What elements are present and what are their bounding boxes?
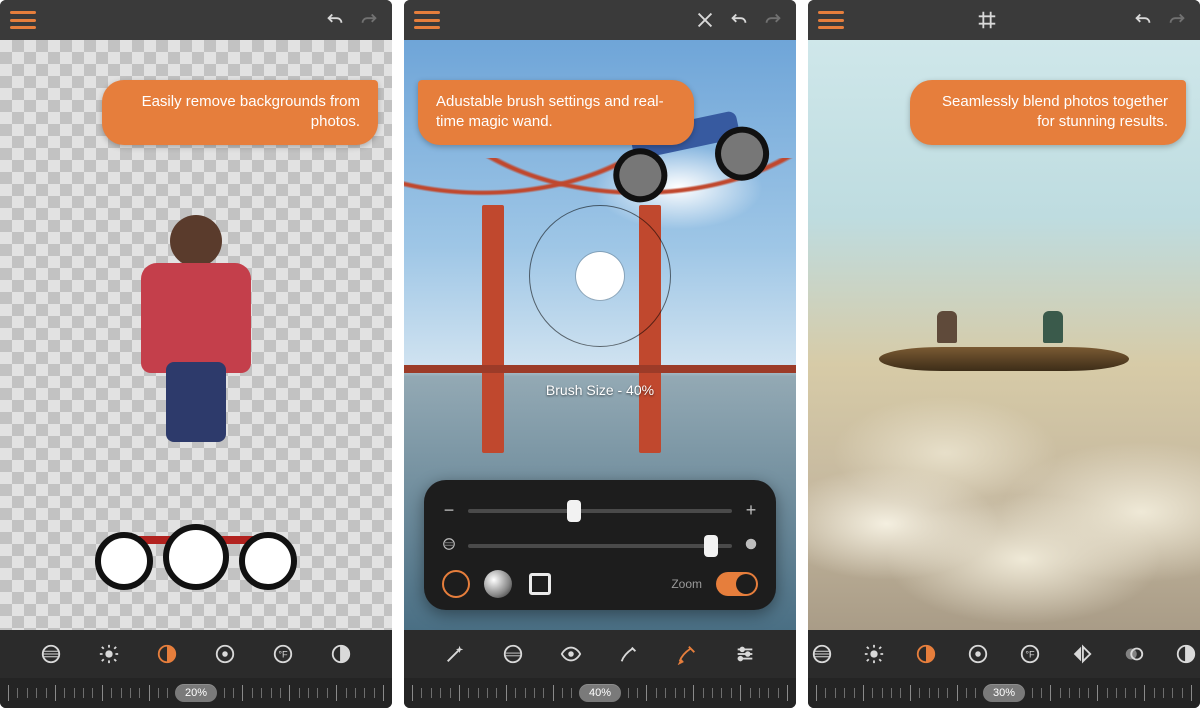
tool-vignette-icon[interactable] (965, 641, 991, 667)
tool-erase-gradient-icon[interactable] (500, 641, 526, 667)
screen-blend-photos: Seamlessly blend photos together for stu… (808, 0, 1200, 708)
svg-text:°F: °F (278, 650, 288, 660)
tool-brush-hard-icon[interactable] (674, 641, 700, 667)
hardness-max-icon (744, 535, 758, 556)
zoom-label: Zoom (671, 577, 702, 591)
value-ruler[interactable]: 40% (404, 678, 796, 708)
brush-size-label: Brush Size - 40% (546, 382, 654, 398)
brush-mode-square-icon[interactable] (526, 570, 554, 598)
tool-brush-soft-icon[interactable] (616, 641, 642, 667)
brush-hardness-slider-row (442, 535, 758, 556)
brush-mode-soft-icon[interactable] (484, 570, 512, 598)
canvas[interactable]: Brush Size - 40% Adustable brush setting… (404, 40, 796, 630)
tool-temperature-icon[interactable]: °F (270, 641, 296, 667)
canvas[interactable]: Easily remove backgrounds from photos. (0, 40, 392, 630)
screen-remove-bg: Easily remove backgrounds from photos. °… (0, 0, 392, 708)
canvas[interactable]: Seamlessly blend photos together for stu… (808, 40, 1200, 630)
menu-icon[interactable] (10, 11, 36, 29)
tool-mirror-icon[interactable] (1069, 641, 1095, 667)
tool-sliders-icon[interactable] (732, 641, 758, 667)
zoom-toggle[interactable] (716, 572, 758, 596)
minus-icon[interactable]: − (442, 500, 456, 521)
brush-settings-panel: − + (424, 480, 776, 610)
brush-size-slider-row: − + (442, 500, 758, 521)
tool-temperature-icon[interactable]: °F (1017, 641, 1043, 667)
brush-mode-row: Zoom (442, 570, 758, 598)
tool-magic-wand-icon[interactable] (442, 641, 468, 667)
tool-gradient-icon[interactable] (809, 641, 835, 667)
slider-knob[interactable] (567, 500, 581, 522)
value-ruler[interactable]: 30% (808, 678, 1200, 708)
screen-brush-settings: Brush Size - 40% Adustable brush setting… (404, 0, 796, 708)
bottom-toolbar (404, 630, 796, 678)
tool-invert-icon[interactable] (1173, 641, 1199, 667)
svg-text:°F: °F (1025, 650, 1035, 660)
tool-invert-icon[interactable] (328, 641, 354, 667)
subject-child-on-tricycle (126, 197, 266, 497)
ruler-value-badge: 30% (983, 684, 1025, 702)
tool-eye-visibility-icon[interactable] (558, 641, 584, 667)
close-icon[interactable] (692, 7, 718, 33)
feature-callout: Easily remove backgrounds from photos. (102, 80, 378, 145)
top-bar (0, 0, 392, 40)
feature-callout: Seamlessly blend photos together for stu… (910, 80, 1186, 145)
undo-icon[interactable] (726, 7, 752, 33)
brush-cursor[interactable] (529, 205, 671, 347)
brush-size-slider[interactable] (468, 509, 732, 513)
redo-icon[interactable] (760, 7, 786, 33)
redo-icon[interactable] (1164, 7, 1190, 33)
tool-gradient-icon[interactable] (38, 641, 64, 667)
brush-mode-outline-icon[interactable] (442, 570, 470, 598)
slider-knob[interactable] (704, 535, 718, 557)
redo-icon[interactable] (356, 7, 382, 33)
tool-brightness-icon[interactable] (96, 641, 122, 667)
photo-person-sitting (1043, 311, 1063, 343)
bottom-toolbar: °F (808, 630, 1200, 678)
value-ruler[interactable]: 20% (0, 678, 392, 708)
bottom-toolbar: °F (0, 630, 392, 678)
brush-hardness-slider[interactable] (468, 544, 732, 548)
top-bar (404, 0, 796, 40)
ruler-value-badge: 40% (579, 684, 621, 702)
hardness-min-icon (442, 535, 456, 556)
tool-half-contrast-icon[interactable] (154, 641, 180, 667)
feature-callout: Adustable brush settings and real-time m… (418, 80, 694, 145)
menu-icon[interactable] (818, 11, 844, 29)
ruler-value-badge: 20% (175, 684, 217, 702)
menu-icon[interactable] (414, 11, 440, 29)
tool-brightness-icon[interactable] (861, 641, 887, 667)
undo-icon[interactable] (1130, 7, 1156, 33)
tool-vignette-icon[interactable] (212, 641, 238, 667)
photo-person-paddler (937, 311, 957, 343)
subject-tricycle (86, 500, 306, 590)
top-bar (808, 0, 1200, 40)
tool-opacity-icon[interactable] (1121, 641, 1147, 667)
undo-icon[interactable] (322, 7, 348, 33)
app-showcase: Easily remove backgrounds from photos. °… (0, 0, 1200, 708)
plus-icon[interactable]: + (744, 500, 758, 521)
tool-half-contrast-icon[interactable] (913, 641, 939, 667)
photo-canoe (879, 347, 1130, 371)
grid-icon[interactable] (974, 7, 1000, 33)
